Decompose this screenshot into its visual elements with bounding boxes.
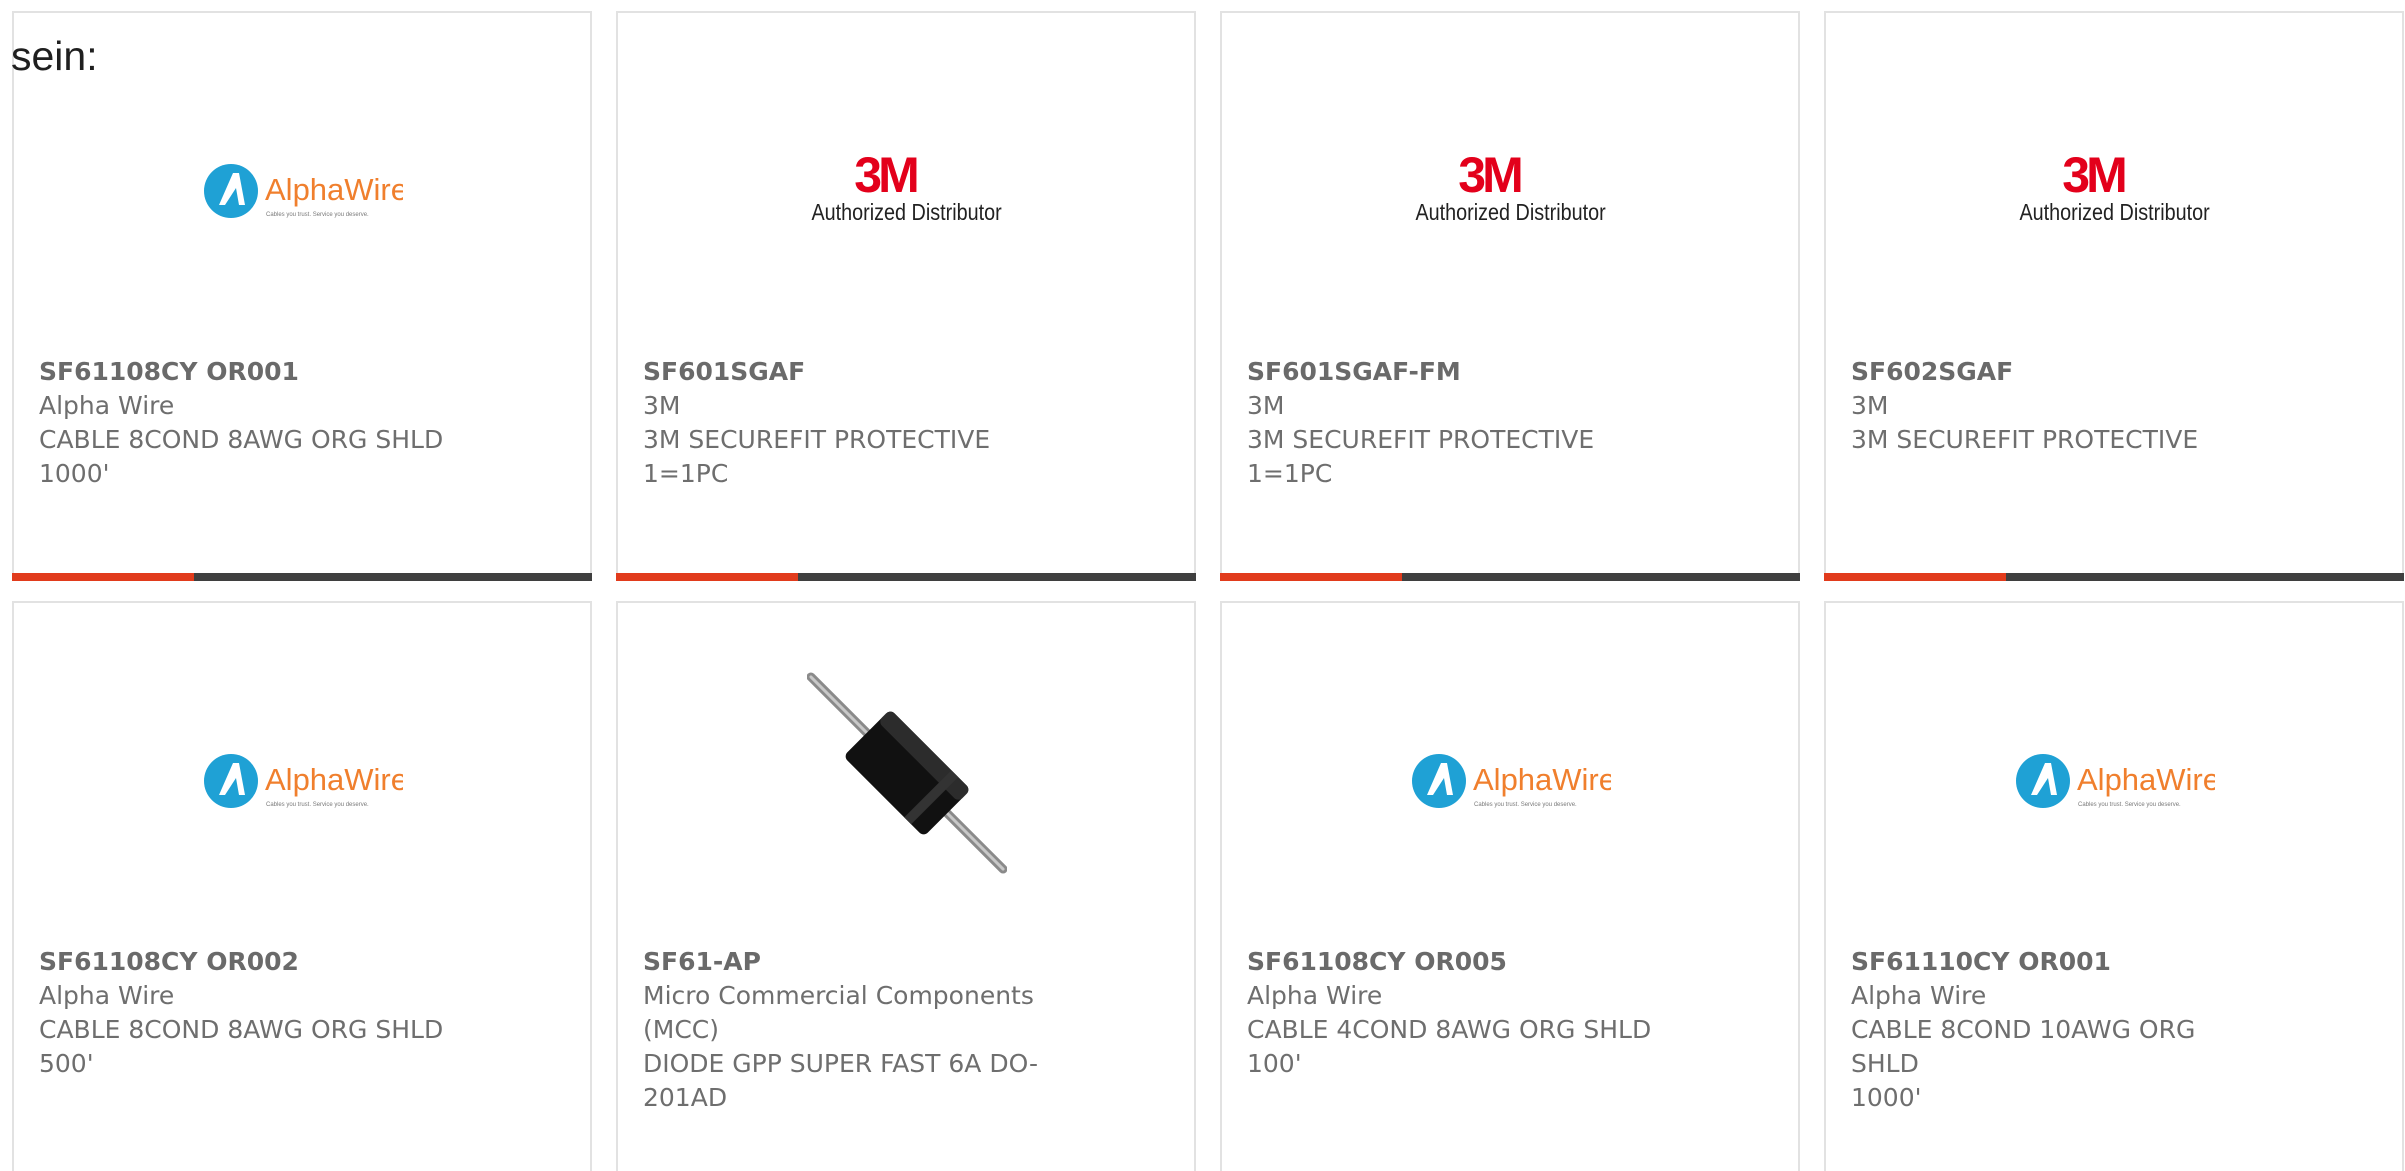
product-info: SF61108CY OR002 Alpha Wire CABLE 8COND 8… — [39, 945, 459, 1081]
card-footer-bar — [1824, 573, 2404, 581]
svg-text:AlphaWire: AlphaWire — [265, 762, 403, 797]
product-info: SF61-AP Micro Commercial Components (MCC… — [643, 945, 1063, 1115]
manufacturer: 3M — [1851, 391, 1889, 420]
description: CABLE 8COND 10AWG ORG SHLD — [1851, 1015, 2196, 1078]
svg-text:Cables you trust. Service you: Cables you trust. Service you deserve. — [266, 212, 369, 218]
description: CABLE 4COND 8AWG ORG SHLD — [1247, 1015, 1652, 1044]
manufacturer: Alpha Wire — [39, 391, 175, 420]
description: 3M SECUREFIT PROTECTIVE — [1851, 425, 2199, 454]
part-number[interactable]: SF61108CY OR002 — [39, 945, 459, 979]
part-number[interactable]: SF61110CY OR001 — [1851, 945, 2271, 979]
alphawire-logo-icon: AlphaWire Cables you trust. Service you … — [204, 754, 403, 808]
product-info: SF601SGAF-FM 3M 3M SECUREFIT PROTECTIVE … — [1247, 355, 1667, 491]
svg-text:AlphaWire: AlphaWire — [1473, 762, 1611, 797]
description: 3M SECUREFIT PROTECTIVE — [643, 425, 991, 454]
svg-text:Cables you trust. Service you: Cables you trust. Service you deserve. — [266, 802, 369, 808]
product-info: SF61108CY OR001 Alpha Wire CABLE 8COND 8… — [39, 355, 459, 491]
part-number[interactable]: SF61108CY OR001 — [39, 355, 459, 389]
product-card[interactable]: AlphaWire Cables you trust. Service you … — [1824, 601, 2404, 1171]
description: CABLE 8COND 8AWG ORG SHLD — [39, 1015, 444, 1044]
description-extra: 1000' — [1851, 1083, 1922, 1112]
product-card[interactable]: AlphaWire Cables you trust. Service you … — [12, 11, 592, 581]
manufacturer: Alpha Wire — [1851, 981, 1987, 1010]
3m-logo-icon: 3M Authorized Distributor — [1415, 147, 1607, 225]
part-number[interactable]: SF602SGAF — [1851, 355, 2271, 389]
product-info: SF61108CY OR005 Alpha Wire CABLE 4COND 8… — [1247, 945, 1667, 1081]
alphawire-logo-icon: AlphaWire Cables you trust. Service you … — [204, 164, 403, 218]
product-image: AlphaWire Cables you trust. Service you … — [2015, 733, 2215, 833]
manufacturer: 3M — [643, 391, 681, 420]
svg-text:Cables you trust. Service you: Cables you trust. Service you deserve. — [1474, 802, 1577, 808]
product-image: AlphaWire Cables you trust. Service you … — [1411, 733, 1611, 833]
product-info: SF601SGAF 3M 3M SECUREFIT PROTECTIVE 1=1… — [643, 355, 1063, 491]
description: CABLE 8COND 8AWG ORG SHLD — [39, 425, 444, 454]
product-card[interactable]: SF61-AP Micro Commercial Components (MCC… — [616, 601, 1196, 1171]
card-footer-bar — [1220, 573, 1800, 581]
part-number[interactable]: SF61-AP — [643, 945, 1063, 979]
description: DIODE GPP SUPER FAST 6A DO-201AD — [643, 1049, 1038, 1112]
3m-logo-icon: 3M Authorized Distributor — [811, 147, 1003, 225]
description-extra: 100' — [1247, 1049, 1302, 1078]
svg-text:Cables you trust. Service you: Cables you trust. Service you deserve. — [2078, 802, 2181, 808]
product-image: AlphaWire Cables you trust. Service you … — [203, 143, 403, 243]
product-card[interactable]: 3M Authorized Distributor SF601SGAF 3M 3… — [616, 11, 1196, 581]
description-extra: 1=1PC — [1247, 459, 1333, 488]
svg-text:AlphaWire: AlphaWire — [265, 172, 403, 207]
svg-text:AlphaWire: AlphaWire — [2077, 762, 2215, 797]
section-lead-text: sein: — [11, 33, 98, 79]
product-card[interactable]: AlphaWire Cables you trust. Service you … — [1220, 601, 1800, 1171]
product-image: 3M Authorized Distributor — [807, 143, 1007, 243]
product-card[interactable]: 3M Authorized Distributor SF602SGAF 3M 3… — [1824, 11, 2404, 581]
product-grid: AlphaWire Cables you trust. Service you … — [12, 11, 2404, 1171]
part-number[interactable]: SF601SGAF-FM — [1247, 355, 1667, 389]
product-image: AlphaWire Cables you trust. Service you … — [203, 733, 403, 833]
manufacturer: Micro Commercial Components (MCC) — [643, 981, 1034, 1044]
product-info: SF602SGAF 3M 3M SECUREFIT PROTECTIVE — [1851, 355, 2271, 457]
description-extra: 500' — [39, 1049, 94, 1078]
description-extra: 1=1PC — [643, 459, 729, 488]
product-card[interactable]: AlphaWire Cables you trust. Service you … — [12, 601, 592, 1171]
manufacturer: Alpha Wire — [1247, 981, 1383, 1010]
manufacturer: Alpha Wire — [39, 981, 175, 1010]
alphawire-logo-icon: AlphaWire Cables you trust. Service you … — [1412, 754, 1611, 808]
diode-icon — [807, 672, 1007, 874]
description-extra: 1000' — [39, 459, 110, 488]
card-footer-bar — [616, 573, 1196, 581]
card-footer-bar — [12, 573, 592, 581]
part-number[interactable]: SF601SGAF — [643, 355, 1063, 389]
part-number[interactable]: SF61108CY OR005 — [1247, 945, 1667, 979]
product-image: 3M Authorized Distributor — [2015, 143, 2215, 243]
product-card[interactable]: 3M Authorized Distributor SF601SGAF-FM 3… — [1220, 11, 1800, 581]
description: 3M SECUREFIT PROTECTIVE — [1247, 425, 1595, 454]
product-image: 3M Authorized Distributor — [1411, 143, 1611, 243]
product-image — [807, 671, 1007, 875]
3m-logo-icon: 3M Authorized Distributor — [2019, 147, 2211, 225]
alphawire-logo-icon: AlphaWire Cables you trust. Service you … — [2016, 754, 2215, 808]
product-info: SF61110CY OR001 Alpha Wire CABLE 8COND 1… — [1851, 945, 2271, 1115]
manufacturer: 3M — [1247, 391, 1285, 420]
